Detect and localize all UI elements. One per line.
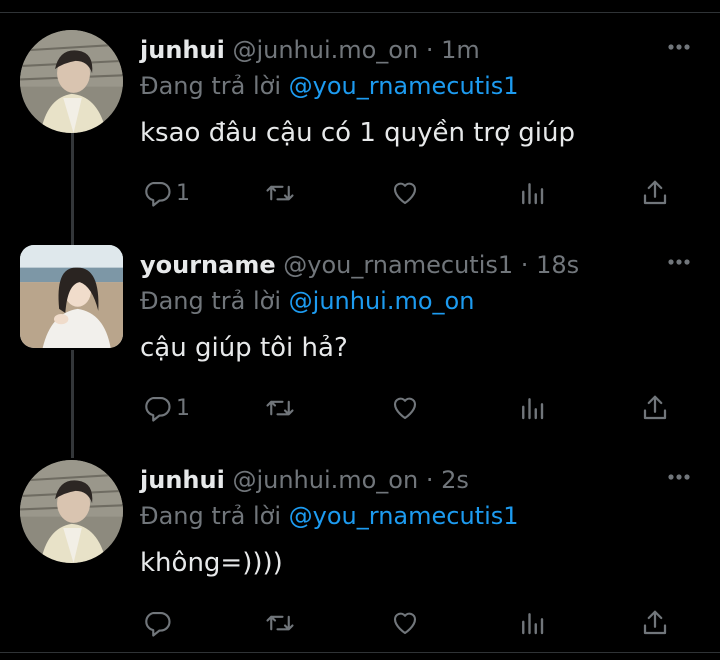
tweet-text: cậu giúp tôi hả? — [140, 333, 348, 363]
reply-button[interactable]: 1 — [142, 391, 190, 425]
retweet-button[interactable] — [265, 606, 295, 640]
like-button[interactable] — [390, 176, 420, 210]
tweet-actions: 1 — [0, 391, 720, 425]
top-divider — [0, 12, 720, 13]
tweet-header: yourname @you_rnamecutis1 · 18s — [140, 249, 579, 281]
reply-button[interactable] — [142, 606, 176, 640]
avatar[interactable] — [20, 245, 123, 348]
retweet-icon — [266, 615, 294, 631]
avatar[interactable] — [20, 460, 123, 563]
reply-count: 1 — [176, 180, 190, 206]
tweet-header: junhui @junhui.mo_on · 2s — [140, 464, 469, 496]
share-icon — [643, 180, 667, 205]
separator-dot: · — [425, 466, 434, 494]
user-handle[interactable]: @junhui.mo_on — [232, 466, 418, 494]
heart-icon — [393, 182, 417, 205]
tweet-header: junhui @junhui.mo_on · 1m — [140, 34, 480, 66]
timestamp[interactable]: 18s — [536, 251, 579, 279]
like-button[interactable] — [390, 391, 420, 425]
replying-to: Đang trả lời @you_rnamecutis1 — [140, 70, 519, 102]
replying-to: Đang trả lời @junhui.mo_on — [140, 285, 474, 317]
separator-dot: · — [425, 36, 434, 64]
reply-icon — [145, 611, 171, 637]
analytics-icon — [522, 183, 544, 205]
like-button[interactable] — [390, 606, 420, 640]
mention-link[interactable]: @you_rnamecutis1 — [289, 72, 519, 100]
analytics-icon — [522, 613, 544, 635]
tweet-text: không=)))) — [140, 548, 283, 578]
retweet-icon — [266, 400, 294, 416]
separator-dot: · — [520, 251, 529, 279]
reply-count: 1 — [176, 395, 190, 421]
bottom-divider — [0, 652, 720, 653]
display-name[interactable]: junhui — [140, 36, 225, 64]
more-icon[interactable] — [664, 36, 694, 58]
replying-to-label: Đang trả lời — [140, 287, 282, 315]
replying-to: Đang trả lời @you_rnamecutis1 — [140, 500, 519, 532]
timestamp[interactable]: 2s — [441, 466, 469, 494]
mention-link[interactable]: @you_rnamecutis1 — [289, 502, 519, 530]
reply-button[interactable]: 1 — [142, 176, 190, 210]
tweet-actions: 1 — [0, 176, 720, 210]
replying-to-label: Đang trả lời — [140, 72, 282, 100]
retweet-button[interactable] — [265, 176, 295, 210]
heart-icon — [393, 397, 417, 420]
mention-link[interactable]: @junhui.mo_on — [289, 287, 475, 315]
tweet-text: ksao đâu cậu có 1 quyền trợ giúp — [140, 118, 576, 148]
retweet-icon — [266, 185, 294, 201]
replying-to-label: Đang trả lời — [140, 502, 282, 530]
avatar[interactable] — [20, 30, 123, 133]
heart-icon — [393, 612, 417, 635]
more-icon[interactable] — [664, 251, 694, 273]
avatar-photo — [20, 30, 123, 133]
tweet-actions — [0, 606, 720, 640]
timestamp[interactable]: 1m — [441, 36, 480, 64]
avatar-photo — [20, 460, 123, 563]
display-name[interactable]: yourname — [140, 251, 276, 279]
analytics-icon — [522, 398, 544, 420]
user-handle[interactable]: @junhui.mo_on — [232, 36, 418, 64]
analytics-button[interactable] — [517, 391, 547, 425]
user-handle[interactable]: @you_rnamecutis1 — [283, 251, 513, 279]
share-icon — [643, 395, 667, 420]
display-name[interactable]: junhui — [140, 466, 225, 494]
more-icon[interactable] — [664, 466, 694, 488]
analytics-button[interactable] — [517, 606, 547, 640]
share-button[interactable] — [640, 391, 670, 425]
analytics-button[interactable] — [517, 176, 547, 210]
retweet-button[interactable] — [265, 391, 295, 425]
share-button[interactable] — [640, 176, 670, 210]
share-icon — [643, 610, 667, 635]
avatar-photo — [20, 245, 123, 348]
share-button[interactable] — [640, 606, 670, 640]
reply-icon — [145, 396, 171, 422]
reply-icon — [145, 181, 171, 207]
